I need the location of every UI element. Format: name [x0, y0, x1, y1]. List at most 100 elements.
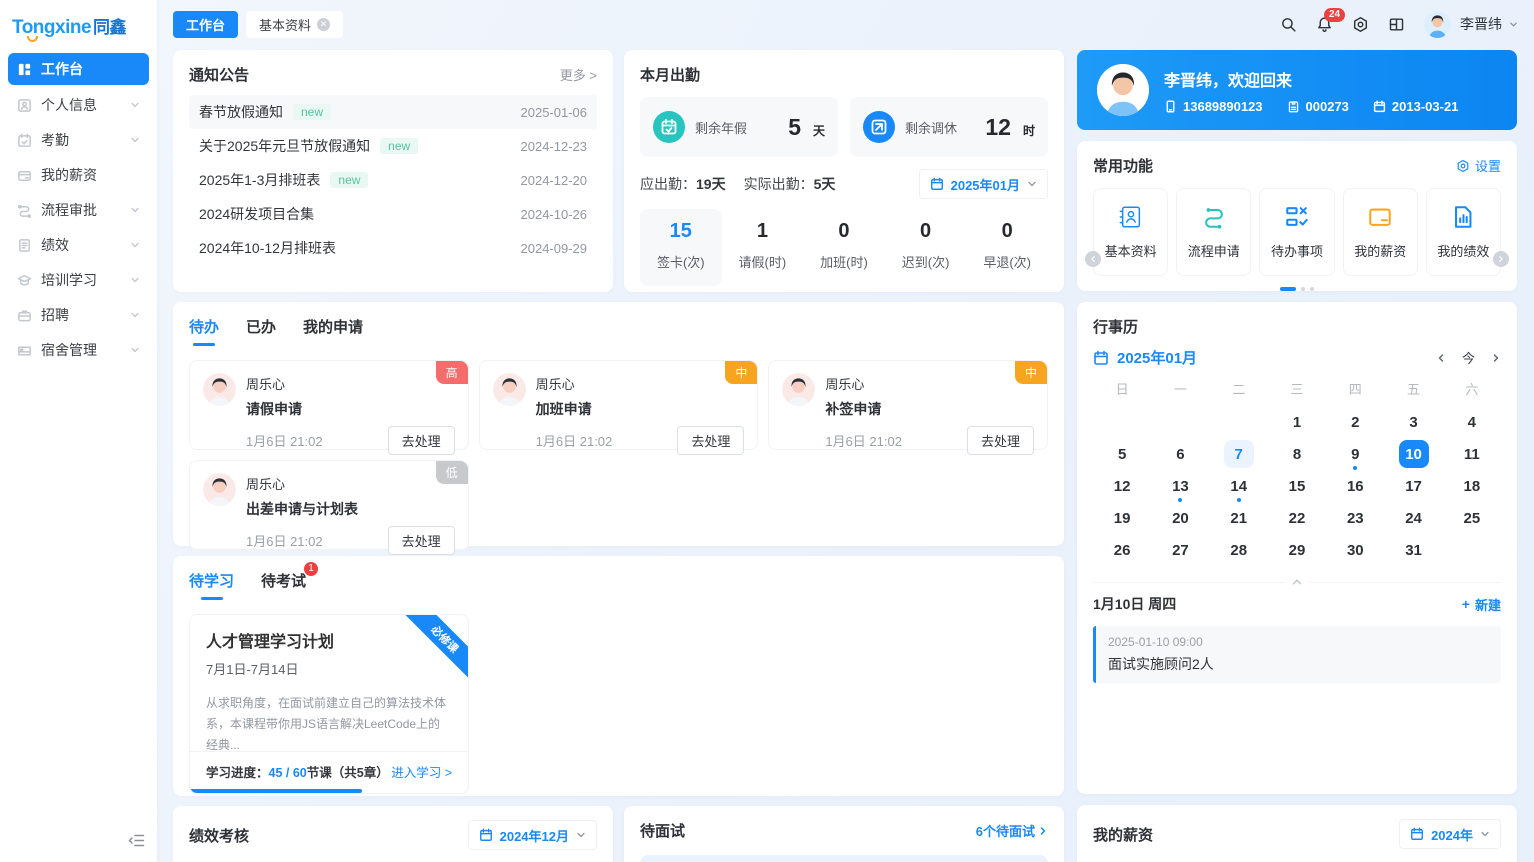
notice-item[interactable]: 2024年10-12月排班表2024-09-29 — [189, 231, 597, 265]
calendar-day[interactable]: 24 — [1384, 502, 1442, 534]
quick-action-待办事项[interactable]: 待办事项 — [1259, 188, 1334, 276]
handle-button[interactable]: 去处理 — [388, 526, 455, 555]
applicant-name: 周乐心 — [825, 374, 881, 393]
calendar-day[interactable]: 14 — [1210, 470, 1268, 502]
chevron-down-icon[interactable] — [1509, 20, 1518, 29]
carousel-dot[interactable] — [1301, 287, 1305, 291]
phone-icon — [1164, 100, 1177, 113]
calendar-day[interactable]: 5 — [1093, 438, 1151, 470]
calendar-day[interactable]: 15 — [1268, 470, 1326, 502]
carousel-next-button[interactable] — [1493, 251, 1509, 267]
tab-已办[interactable]: 已办 — [246, 316, 276, 346]
sidebar-item-recruit[interactable]: 招聘 — [8, 300, 149, 330]
calendar-day[interactable]: 8 — [1268, 438, 1326, 470]
tab-我的申请[interactable]: 我的申请 — [303, 316, 363, 346]
quick-settings-link[interactable]: 设置 — [1456, 156, 1501, 175]
calendar-day[interactable]: 26 — [1093, 534, 1151, 566]
notice-item[interactable]: 关于2025年元旦节放假通知new2024-12-23 — [189, 129, 597, 163]
interview-count-link[interactable]: 6个待面试 — [976, 821, 1048, 840]
sidebar-item-performance[interactable]: 绩效 — [8, 230, 149, 260]
calendar-month-select[interactable]: 2025年01月 — [1093, 347, 1197, 368]
calendar-day[interactable]: 12 — [1093, 470, 1151, 502]
calendar-icon — [930, 177, 944, 191]
calendar-day[interactable]: 21 — [1210, 502, 1268, 534]
notification-badge: 24 — [1324, 8, 1345, 22]
calendar-day[interactable]: 25 — [1443, 502, 1501, 534]
calendar-day[interactable]: 23 — [1326, 502, 1384, 534]
calendar-day[interactable]: 9 — [1326, 438, 1384, 470]
user-name[interactable]: 李晋纬 — [1460, 14, 1502, 34]
carousel-prev-button[interactable] — [1085, 251, 1101, 267]
close-icon[interactable]: ✕ — [317, 18, 330, 31]
sidebar-item-profile[interactable]: 个人信息 — [8, 90, 149, 120]
calendar-day[interactable]: 7 — [1210, 438, 1268, 470]
calendar-day[interactable]: 3 — [1384, 406, 1442, 438]
calendar-day[interactable]: 22 — [1268, 502, 1326, 534]
quick-action-基本资料[interactable]: 基本资料 — [1093, 188, 1168, 276]
tab-待办[interactable]: 待办 — [189, 316, 219, 346]
calendar-day[interactable]: 27 — [1151, 534, 1209, 566]
calendar-day[interactable]: 29 — [1268, 534, 1326, 566]
avatar[interactable] — [1424, 11, 1451, 38]
calendar-prev-button[interactable] — [1436, 353, 1446, 363]
todo-card: 中 周乐心加班申请 1月6日 21:02去处理 — [479, 360, 759, 450]
notices-more-link[interactable]: 更多 > — [560, 65, 597, 84]
calendar-event-item[interactable]: 2025-01-10 09:00 面试实施顾问2人 — [1093, 626, 1501, 683]
attendance-month-select[interactable]: 2025年01月 — [919, 169, 1048, 199]
calendar-day[interactable]: 11 — [1443, 438, 1501, 470]
calendar-next-button[interactable] — [1491, 353, 1501, 363]
sidebar-item-workbench[interactable]: 工作台 — [8, 53, 149, 85]
calendar-day[interactable]: 2 — [1326, 406, 1384, 438]
calendar-today-button[interactable]: 今 — [1462, 348, 1475, 367]
handle-button[interactable]: 去处理 — [967, 426, 1034, 455]
notification-bell-icon[interactable]: 24 — [1316, 16, 1333, 33]
handle-button[interactable]: 去处理 — [677, 426, 744, 455]
carousel-dot[interactable] — [1310, 287, 1314, 291]
tab-基本资料[interactable]: 基本资料✕ — [246, 11, 343, 38]
calendar-day[interactable]: 10 — [1384, 438, 1442, 470]
carousel-dot-active[interactable] — [1280, 287, 1296, 291]
sidebar-item-training[interactable]: 培训学习 — [8, 265, 149, 295]
calendar-day[interactable]: 17 — [1384, 470, 1442, 502]
calendar-day[interactable]: 13 — [1151, 470, 1209, 502]
calendar-day[interactable]: 18 — [1443, 470, 1501, 502]
settings-gear-icon[interactable] — [1352, 16, 1369, 33]
sidebar: Tongxine同鑫 工作台个人信息考勤我的薪资流程审批绩效培训学习招聘宿舍管理 — [0, 0, 157, 862]
performance-title: 绩效考核 — [189, 825, 249, 846]
quick-action-我的绩效[interactable]: 我的绩效 — [1426, 188, 1501, 276]
sidebar-item-dorm[interactable]: 宿舍管理 — [8, 335, 149, 365]
quick-action-我的薪资[interactable]: 我的薪资 — [1343, 188, 1418, 276]
calendar-day[interactable]: 30 — [1326, 534, 1384, 566]
tab-工作台[interactable]: 工作台 — [173, 11, 238, 38]
tab-to-exam[interactable]: 待考试1 — [261, 570, 306, 600]
calendar-day[interactable]: 20 — [1151, 502, 1209, 534]
enter-learning-link[interactable]: 进入学习 > — [391, 762, 452, 781]
handle-button[interactable]: 去处理 — [388, 426, 455, 455]
chevron-down-icon — [130, 205, 140, 215]
calendar-day[interactable]: 6 — [1151, 438, 1209, 470]
new-event-button[interactable]: +新建 — [1462, 595, 1501, 614]
calendar-day[interactable]: 4 — [1443, 406, 1501, 438]
calendar-day[interactable]: 19 — [1093, 502, 1151, 534]
notice-item[interactable]: 春节放假通知new2025-01-06 — [189, 95, 597, 129]
gear-icon — [1456, 159, 1470, 173]
calendar-day[interactable]: 16 — [1326, 470, 1384, 502]
sidebar-collapse-icon[interactable] — [128, 833, 145, 848]
search-icon[interactable] — [1280, 16, 1297, 33]
learning-card[interactable]: 必修课 人才管理学习计划 7月1日-7月14日 从求职角度，在面试前建立自己的算… — [189, 614, 469, 794]
calendar-day[interactable]: 31 — [1384, 534, 1442, 566]
quick-action-流程申请[interactable]: 流程申请 — [1176, 188, 1251, 276]
performance-month-select[interactable]: 2024年12月 — [468, 820, 597, 850]
salary-year-select[interactable]: 2024年 — [1399, 819, 1501, 849]
calendar-day[interactable]: 28 — [1210, 534, 1268, 566]
chevron-up-icon[interactable] — [1291, 576, 1303, 588]
notice-item[interactable]: 2025年1-3月排班表new2024-12-20 — [189, 163, 597, 197]
sidebar-item-approval[interactable]: 流程审批 — [8, 195, 149, 225]
calendar-day[interactable]: 1 — [1268, 406, 1326, 438]
request-type: 加班申请 — [536, 399, 592, 419]
sidebar-item-wallet[interactable]: 我的薪资 — [8, 160, 149, 190]
notice-item[interactable]: 2024研发项目合集2024-10-26 — [189, 197, 597, 231]
tab-to-learn[interactable]: 待学习 — [189, 570, 234, 600]
sidebar-item-attendance[interactable]: 考勤 — [8, 125, 149, 155]
layout-grid-icon[interactable] — [1388, 16, 1405, 33]
